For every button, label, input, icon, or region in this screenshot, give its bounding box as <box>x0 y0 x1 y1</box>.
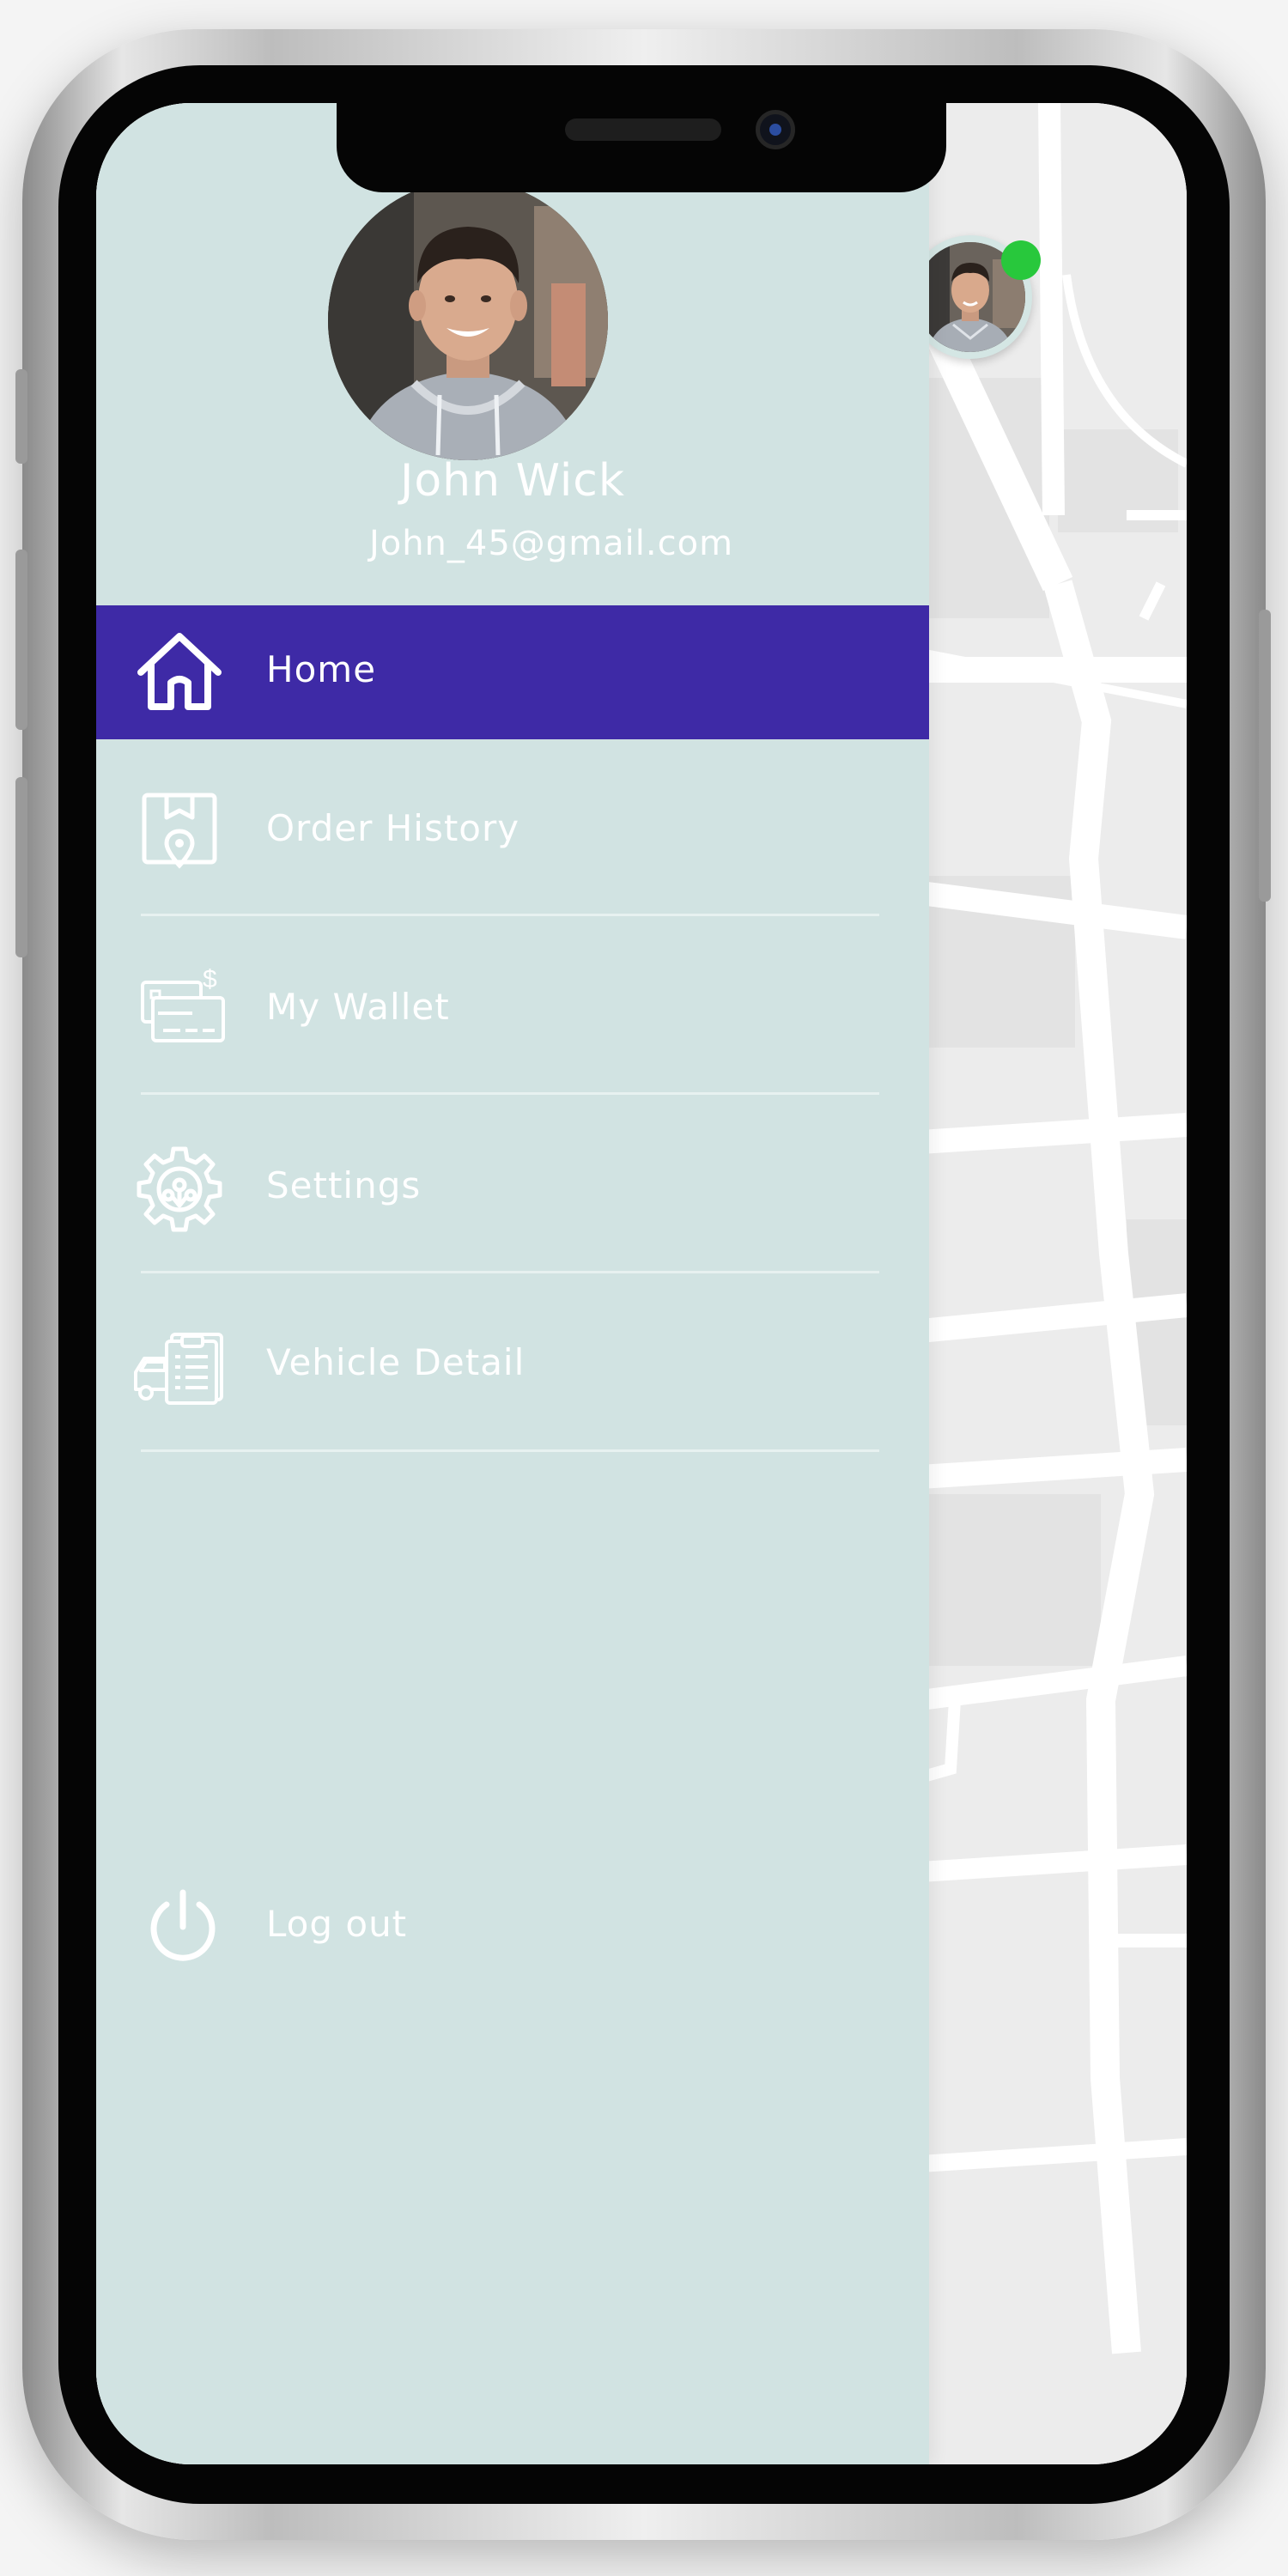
menu-label-order-history: Order History <box>266 807 520 849</box>
phone-notch <box>337 103 946 192</box>
logout-label: Log out <box>266 1903 408 1945</box>
silent-switch <box>15 369 27 464</box>
user-email: John_45@gmail.com <box>368 524 734 563</box>
menu-label-my-wallet: My Wallet <box>266 986 450 1028</box>
phone-screen: John Wick John_45@gmail.com Home Order H… <box>96 103 1187 2464</box>
wallet-icon: $ <box>141 965 225 1042</box>
online-status-indicator <box>1001 240 1041 280</box>
menu-label-settings: Settings <box>266 1164 422 1206</box>
menu-item-settings[interactable]: Settings <box>96 1121 929 1255</box>
user-name: John Wick <box>399 455 626 507</box>
menu-label-home: Home <box>266 648 377 690</box>
menu-item-my-wallet[interactable]: $ My Wallet <box>96 943 929 1077</box>
menu-divider <box>141 1449 879 1452</box>
menu-divider <box>141 1092 879 1095</box>
menu-divider <box>141 1271 879 1273</box>
earpiece-speaker <box>565 118 721 141</box>
power-button <box>1259 610 1271 902</box>
menu-label-vehicle-detail: Vehicle Detail <box>266 1341 526 1383</box>
volume-down-button <box>15 777 27 957</box>
menu-item-vehicle-detail[interactable]: Vehicle Detail <box>96 1298 929 1432</box>
menu-item-order-history[interactable]: Order History <box>96 764 929 898</box>
user-avatar-large[interactable] <box>328 180 608 460</box>
navigation-drawer: John Wick John_45@gmail.com Home Order H… <box>96 103 929 2464</box>
svg-text:$: $ <box>203 965 217 993</box>
menu-divider <box>141 914 879 916</box>
settings-gear-icon <box>137 1146 222 1232</box>
avatar-photo <box>328 180 608 460</box>
front-camera <box>756 110 795 149</box>
logout-button[interactable]: Log out <box>96 1860 929 1994</box>
order-history-icon <box>142 793 217 869</box>
power-icon <box>150 1889 216 1961</box>
volume-up-button <box>15 550 27 730</box>
vehicle-detail-icon <box>134 1333 223 1405</box>
home-icon <box>137 633 222 710</box>
menu-item-home[interactable]: Home <box>96 605 929 739</box>
